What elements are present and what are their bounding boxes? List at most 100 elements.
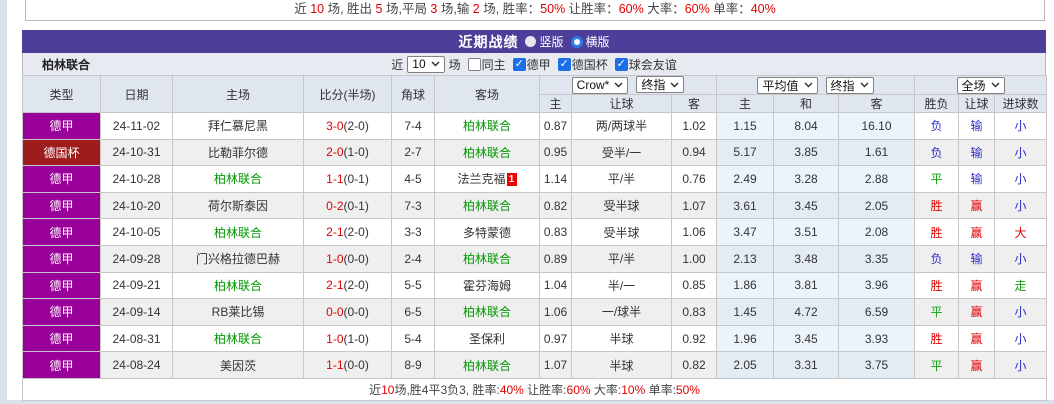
home-team[interactable]: 柏林联合 (172, 165, 304, 193)
summary-stat-value: 10 (381, 382, 395, 397)
league-badge: 德甲 (22, 218, 101, 246)
team-name[interactable]: 柏林联合 (214, 279, 262, 293)
team-name[interactable]: 柏林联合 (463, 359, 511, 373)
away-team[interactable]: 霍芬海姆 (434, 271, 540, 300)
radio-selected-icon[interactable] (570, 35, 583, 48)
dfb-pokal-checkbox[interactable] (557, 57, 571, 71)
match-count-select[interactable]: 10 (407, 55, 445, 73)
radio-unselected-icon[interactable] (525, 36, 537, 47)
team-name[interactable]: 圣保利 (469, 332, 505, 346)
home-team[interactable]: 比勒菲尔德 (172, 138, 304, 167)
team-name[interactable]: 柏林联合 (463, 252, 511, 266)
team-name[interactable]: 柏林联合 (214, 332, 262, 346)
team-name[interactable]: 比勒菲尔德 (208, 146, 268, 160)
summary-stat-value: 2 (472, 2, 480, 16)
average-final-odds-select[interactable]: 终指 (825, 76, 874, 94)
halftime-score: (2-0) (343, 118, 369, 133)
club-friendly-checkbox[interactable] (614, 57, 628, 71)
result-goals: 小 (994, 165, 1048, 193)
average-odds-select[interactable]: 平均值 (757, 76, 818, 94)
match-date: 24-08-31 (100, 324, 173, 353)
team-name-title: 柏林联合 (42, 57, 91, 72)
match-score[interactable]: 0-0(0-0) (303, 298, 392, 326)
team-name[interactable]: 多特蒙德 (463, 226, 511, 240)
team-name[interactable]: 柏林联合 (214, 172, 262, 186)
chevron-down-icon (670, 82, 679, 88)
away-team[interactable]: 柏林联合 (434, 244, 540, 273)
away-team[interactable]: 柏林联合 (434, 351, 540, 379)
chevron-down-icon (991, 82, 1000, 88)
avg-home-odds: 2.13 (716, 244, 774, 273)
bundesliga-checkbox[interactable] (512, 57, 526, 71)
away-team[interactable]: 圣保利 (434, 324, 540, 353)
home-team[interactable]: 柏林联合 (172, 218, 304, 246)
handicap-line: 半球 (571, 324, 672, 353)
handicap-line: 两/两球半 (571, 112, 672, 140)
home-team[interactable]: 柏林联合 (172, 271, 304, 300)
team-name[interactable]: RB莱比锡 (212, 305, 265, 319)
match-score[interactable]: 1-1(0-1) (303, 165, 392, 193)
summary-stat-value: 40% (750, 2, 776, 16)
match-score[interactable]: 1-0(0-0) (303, 244, 392, 273)
away-team[interactable]: 法兰克福 1 (434, 165, 540, 193)
match-score[interactable]: 2-1(2-0) (303, 271, 392, 300)
home-team[interactable]: 美因茨 (172, 351, 304, 379)
result-goals: 小 (994, 324, 1048, 353)
match-score[interactable]: 1-1(0-0) (303, 351, 392, 379)
same-home-checkbox[interactable] (467, 57, 481, 71)
avg-home-odds: 2.49 (716, 165, 774, 193)
home-team[interactable]: 拜仁慕尼黑 (172, 112, 304, 140)
match-date: 24-10-31 (100, 138, 173, 167)
match-score[interactable]: 2-1(2-0) (303, 218, 392, 246)
away-team[interactable]: 柏林联合 (434, 191, 540, 220)
team-name[interactable]: 美因茨 (220, 359, 256, 373)
result-handicap: 赢 (958, 191, 996, 220)
crown-odds-group-header: Crow* 终指 (539, 75, 717, 95)
avg-away-odds: 3.93 (837, 324, 916, 353)
handicap-line: 平/半 (571, 244, 672, 273)
away-team[interactable]: 柏林联合 (434, 112, 540, 140)
result-goals: 小 (994, 191, 1048, 220)
avg-home-odds: 3.47 (716, 218, 774, 246)
away-team[interactable]: 多特蒙德 (434, 218, 540, 246)
summary-stat-value: 10 (310, 2, 325, 16)
handicap-line: 受半球 (571, 191, 672, 220)
team-name[interactable]: 荷尔斯泰因 (208, 199, 268, 213)
team-name[interactable]: 柏林联合 (463, 305, 511, 319)
result-handicap: 赢 (958, 218, 996, 246)
match-score[interactable]: 3-0(2-0) (303, 112, 392, 140)
away-team[interactable]: 柏林联合 (434, 298, 540, 326)
team-name[interactable]: 门兴格拉德巴赫 (196, 252, 280, 266)
summary-stat-label: 场,平局 (382, 2, 431, 16)
team-name[interactable]: 霍芬海姆 (463, 279, 511, 293)
avg-home-odds: 5.17 (716, 138, 774, 167)
match-row: 德甲 24-08-31 柏林联合 1-0(1-0) 5-4 圣保利 0.97 半球 0.92 1.… (22, 324, 1048, 353)
match-score[interactable]: 2-0(1-0) (303, 138, 392, 167)
home-team[interactable]: 柏林联合 (172, 324, 304, 353)
handicap-line: 受半球 (571, 218, 672, 246)
away-team[interactable]: 柏林联合 (434, 138, 540, 167)
home-team[interactable]: 门兴格拉德巴赫 (172, 244, 304, 273)
team-name[interactable]: 柏林联合 (214, 226, 262, 240)
fulltime-score: 1-0 (326, 331, 344, 346)
view-option-horizontal[interactable]: 横版 (570, 33, 610, 50)
team-name[interactable]: 柏林联合 (463, 199, 511, 213)
home-team[interactable]: RB莱比锡 (172, 298, 304, 326)
team-name[interactable]: 法兰克福 (457, 172, 505, 186)
crown-bookmaker-select[interactable]: Crow* (571, 76, 629, 94)
match-score[interactable]: 0-2(0-1) (303, 191, 392, 220)
crown-final-odds-select[interactable]: 终指 (636, 76, 685, 94)
team-name[interactable]: 柏林联合 (463, 119, 511, 133)
halftime-score: (0-1) (343, 171, 369, 186)
results-group-header: 全场 (914, 75, 1048, 95)
team-name[interactable]: 柏林联合 (463, 146, 511, 160)
crown-home-odds: 1.07 (539, 351, 572, 379)
view-option-vertical[interactable]: 竖版 (525, 33, 564, 50)
summary-stat-value: 50% (540, 2, 566, 16)
match-score[interactable]: 1-0(1-0) (303, 324, 392, 353)
full-match-select[interactable]: 全场 (956, 76, 1005, 94)
club-friendly-label: 球会友谊 (628, 57, 677, 72)
home-team[interactable]: 荷尔斯泰因 (172, 191, 304, 220)
team-name[interactable]: 拜仁慕尼黑 (208, 119, 268, 133)
header-selects-row: 类型 日期 主场 比分(半场) 角球 客场 Crow* 终指 平均值 终指 全场 (22, 75, 1048, 113)
